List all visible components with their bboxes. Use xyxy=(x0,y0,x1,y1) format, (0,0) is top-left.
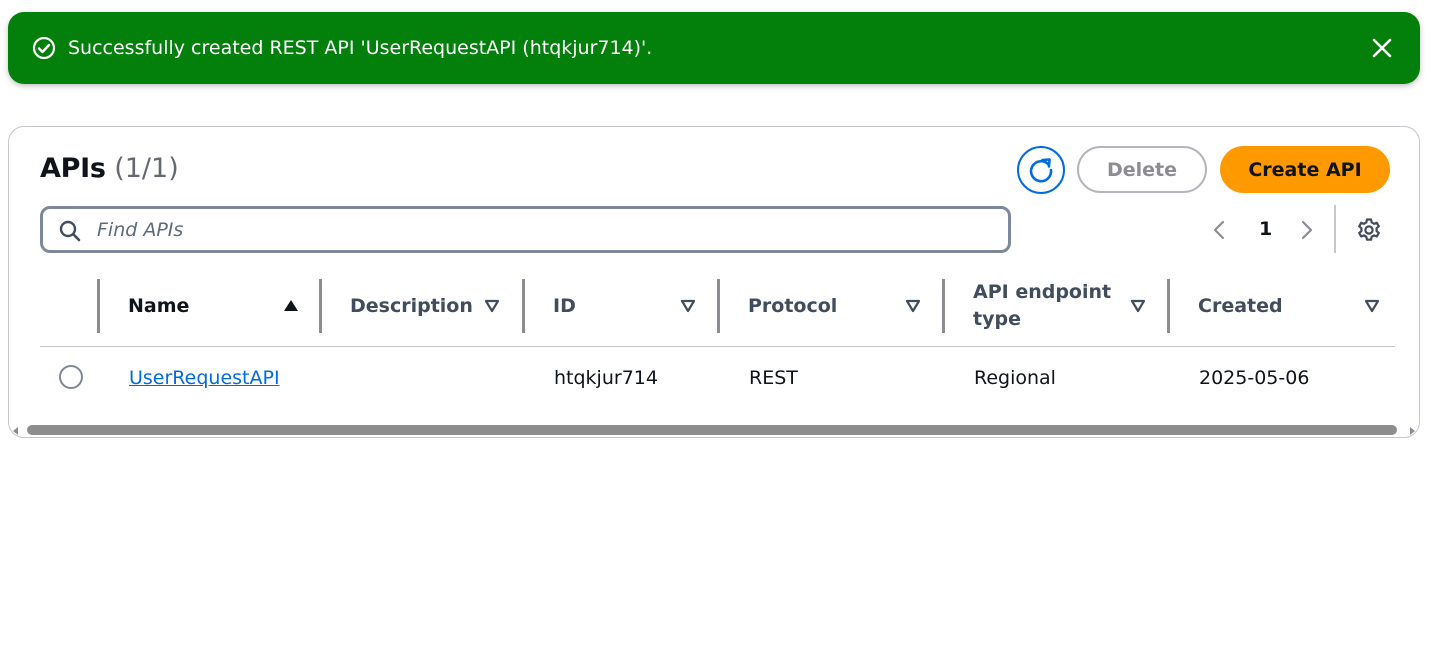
column-label: ID xyxy=(553,295,576,317)
column-resizer[interactable] xyxy=(717,279,720,333)
search-placeholder: Find APIs xyxy=(97,219,184,241)
column-resizer[interactable] xyxy=(97,279,100,333)
table-title: APIs xyxy=(40,153,106,184)
horizontal-scrollbar[interactable] xyxy=(9,424,1419,437)
search-icon xyxy=(59,220,81,242)
sort-caret-down-icon[interactable] xyxy=(1128,296,1148,316)
page-number[interactable]: 1 xyxy=(1259,216,1272,242)
column-label: Created xyxy=(1198,295,1283,317)
column-header-description[interactable]: Description xyxy=(319,277,522,347)
gear-icon[interactable] xyxy=(1356,217,1382,243)
delete-button[interactable]: Delete xyxy=(1077,146,1207,193)
row-select-radio[interactable] xyxy=(59,365,83,389)
column-header-id[interactable]: ID xyxy=(522,277,717,347)
api-id: htqkjur714 xyxy=(554,367,658,389)
column-header-created[interactable]: Created xyxy=(1167,277,1395,347)
apis-table-container: APIs (1/1) Delete Create API Find APIs 1 xyxy=(8,126,1420,438)
api-protocol: REST xyxy=(749,367,798,389)
column-header-protocol[interactable]: Protocol xyxy=(717,277,942,347)
column-header-name[interactable]: Name xyxy=(97,277,319,347)
sort-ascending-icon[interactable] xyxy=(281,296,301,316)
table-row[interactable]: UserRequestAPI htqkjur714 REST Regional … xyxy=(40,348,1395,408)
item-count: (1/1) xyxy=(114,153,179,184)
chevron-left-icon[interactable] xyxy=(1209,219,1231,241)
page-title: APIs (1/1) xyxy=(40,153,179,185)
column-resizer[interactable] xyxy=(319,279,322,333)
success-flash-banner: Successfully created REST API 'UserReque… xyxy=(8,12,1420,84)
sort-caret-down-icon[interactable] xyxy=(903,296,923,316)
refresh-icon xyxy=(1029,158,1053,183)
column-label: Protocol xyxy=(748,295,838,317)
chevron-right-icon[interactable] xyxy=(1295,219,1317,241)
check-circle-icon xyxy=(32,36,56,60)
sort-caret-down-icon[interactable] xyxy=(482,296,502,316)
search-input[interactable]: Find APIs xyxy=(40,206,1011,253)
api-endpoint-type: Regional xyxy=(974,367,1056,389)
scroll-right-arrow-icon[interactable] xyxy=(1410,427,1415,435)
scrollbar-thumb[interactable] xyxy=(27,425,1397,435)
column-label: Description xyxy=(350,295,473,317)
api-created-date: 2025-05-06 xyxy=(1199,367,1310,389)
column-resizer[interactable] xyxy=(522,279,525,333)
create-api-button[interactable]: Create API xyxy=(1220,146,1390,193)
close-icon[interactable] xyxy=(1370,36,1394,60)
column-label: API endpoint type xyxy=(973,281,1112,330)
column-resizer[interactable] xyxy=(1167,279,1170,333)
column-header-endpoint-type[interactable]: API endpoint type xyxy=(942,277,1167,347)
refresh-button[interactable] xyxy=(1017,146,1065,194)
pagination-divider xyxy=(1334,205,1336,253)
flash-message: Successfully created REST API 'UserReque… xyxy=(68,37,653,59)
api-name-link[interactable]: UserRequestAPI xyxy=(129,365,280,391)
table-header: Name Description ID Protocol API endpoin… xyxy=(40,277,1395,347)
column-label: Name xyxy=(128,295,190,317)
sort-caret-down-icon[interactable] xyxy=(1362,296,1382,316)
column-resizer[interactable] xyxy=(942,279,945,333)
sort-caret-down-icon[interactable] xyxy=(678,296,698,316)
scroll-left-arrow-icon[interactable] xyxy=(13,427,18,435)
